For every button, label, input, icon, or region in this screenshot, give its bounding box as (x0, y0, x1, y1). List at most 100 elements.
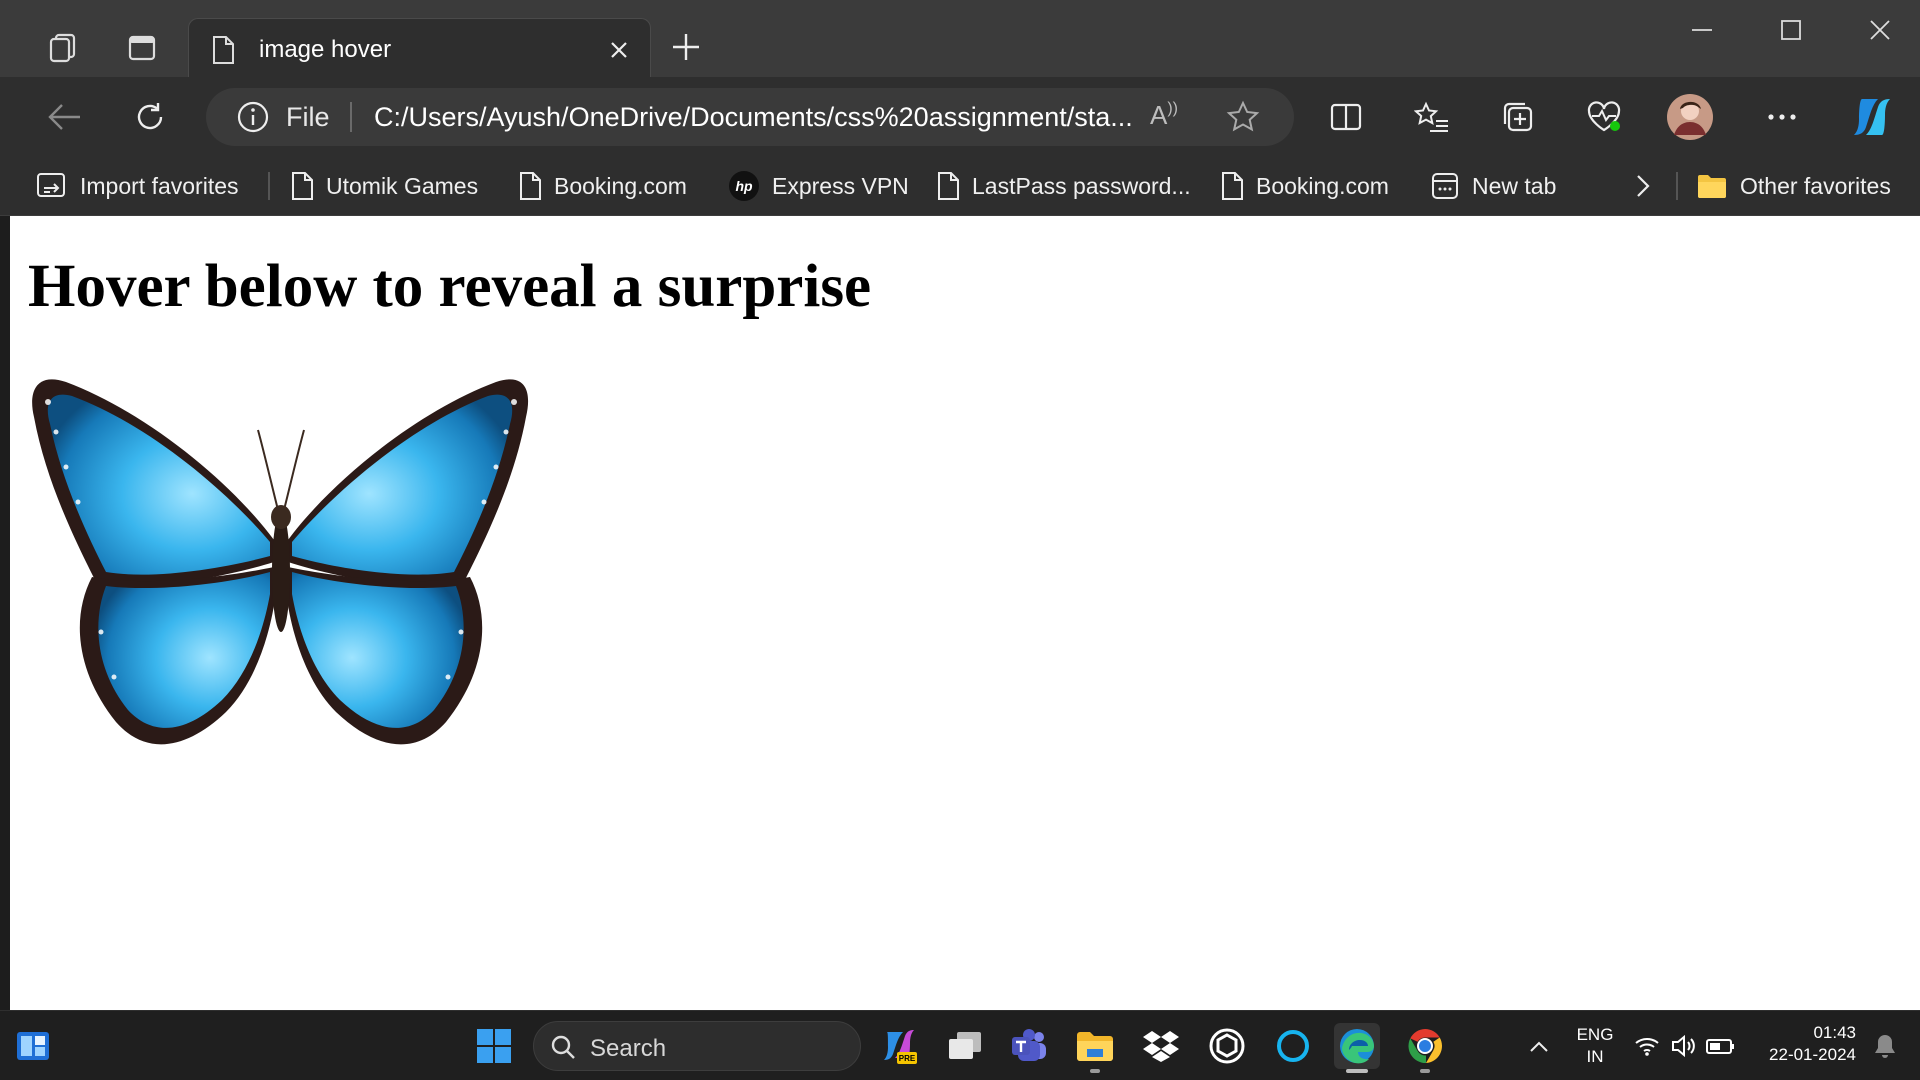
task-view-button[interactable] (942, 1023, 988, 1069)
import-icon (37, 173, 65, 197)
vertical-tabs-icon (128, 35, 156, 61)
file-explorer-button[interactable] (1072, 1023, 1118, 1073)
notifications-button[interactable] (1862, 1023, 1908, 1069)
collections-button[interactable] (1492, 91, 1544, 143)
page-icon (1222, 172, 1243, 200)
close-window-button[interactable] (1850, 8, 1910, 52)
copilot-icon (1854, 99, 1890, 135)
read-aloud-icon[interactable]: A)) (1150, 100, 1178, 131)
close-icon (611, 42, 627, 58)
language-code: ENG (1576, 1025, 1614, 1044)
input-language-indicator[interactable]: ENG IN (1570, 1024, 1620, 1068)
taskbar: Search PRE ENG IN 01:43 22-01-2024 (0, 1010, 1920, 1080)
cortana-button[interactable] (1270, 1023, 1316, 1069)
split-screen-button[interactable] (1320, 91, 1372, 143)
copilot-button[interactable] (1846, 91, 1898, 143)
favorites-bar: Import favorites Utomik Games Booking.co… (0, 156, 1920, 216)
minimize-button[interactable] (1672, 8, 1732, 52)
browser-toolbar: File C:/Users/Ayush/OneDrive/Documents/c… (0, 77, 1920, 156)
protocol-label: File (286, 102, 330, 132)
chevron-up-icon (1530, 1041, 1548, 1052)
clock-date: 22-01-2024 (1769, 1045, 1856, 1064)
taskbar-search[interactable]: Search (533, 1021, 861, 1071)
refresh-icon (137, 103, 163, 130)
show-hidden-icons-button[interactable] (1516, 1023, 1562, 1069)
wifi-icon (1635, 1038, 1659, 1056)
refresh-button[interactable] (124, 91, 176, 143)
active-indicator (1346, 1069, 1368, 1073)
svg-text:hp: hp (735, 178, 753, 194)
tab-actions-button[interactable] (114, 20, 170, 76)
minimize-icon (1692, 29, 1712, 31)
openai-icon (1209, 1028, 1245, 1064)
bell-icon (1875, 1035, 1895, 1058)
widgets-button[interactable] (10, 1023, 56, 1069)
favorite-booking-com-2[interactable]: Booking.com (1220, 166, 1389, 206)
chatgpt-button[interactable] (1204, 1023, 1250, 1069)
search-icon (551, 1035, 575, 1059)
edge-taskbar-button[interactable] (1334, 1023, 1380, 1073)
settings-more-button[interactable] (1756, 91, 1808, 143)
butterfly-image[interactable] (26, 372, 530, 756)
page-icon (292, 172, 313, 200)
clock-time: 01:43 (1813, 1023, 1856, 1042)
page-icon (213, 36, 234, 64)
windows-logo-icon (477, 1029, 511, 1063)
battery-icon (1706, 1039, 1734, 1054)
favorite-label: LastPass password... (972, 172, 1191, 199)
other-favorites-label: Other favorites (1740, 172, 1891, 199)
new-tab-button[interactable] (666, 27, 706, 67)
page-icon (520, 172, 541, 200)
favorite-star-icon[interactable] (1226, 100, 1260, 134)
start-button[interactable] (471, 1023, 517, 1069)
url-text[interactable]: C:/Users/Ayush/OneDrive/Documents/css%20… (374, 102, 1134, 133)
chrome-icon (1408, 1029, 1442, 1064)
favorite-utomik-games[interactable]: Utomik Games (290, 166, 478, 206)
new-tab-icon (1432, 173, 1458, 199)
teams-icon (1012, 1029, 1046, 1061)
favorite-express-vpn[interactable]: hp Express VPN (728, 166, 909, 206)
plus-icon (673, 34, 699, 60)
heart-pulse-icon (1587, 101, 1621, 132)
split-screen-icon (1330, 103, 1362, 131)
maximize-button[interactable] (1761, 8, 1821, 52)
favorite-import-favorites[interactable]: Import favorites (36, 166, 239, 206)
page-viewport: Hover below to reveal a surprise (10, 216, 1920, 1010)
task-view-icon (949, 1032, 981, 1059)
browser-essentials-button[interactable] (1578, 91, 1630, 143)
teams-button[interactable] (1006, 1023, 1052, 1069)
favorite-new-tab[interactable]: New tab (1430, 166, 1556, 206)
title-bar: image hover (0, 0, 1920, 80)
favorite-label: Utomik Games (326, 172, 479, 199)
profile-button[interactable] (1664, 91, 1716, 143)
close-window-icon (1870, 20, 1890, 40)
window-edge (0, 216, 10, 1010)
chrome-button[interactable] (1402, 1023, 1448, 1073)
more-favorites-button[interactable] (1634, 166, 1652, 206)
region-code: IN (1586, 1047, 1604, 1066)
avatar (1667, 94, 1713, 140)
chevron-right-icon (1637, 175, 1650, 197)
hp-logo-icon: hp (729, 171, 759, 201)
page-heading: Hover below to reveal a surprise (28, 253, 872, 320)
back-button[interactable] (38, 91, 90, 143)
info-icon[interactable] (236, 100, 270, 134)
quick-settings-button[interactable] (1630, 1023, 1746, 1069)
address-bar[interactable]: File C:/Users/Ayush/OneDrive/Documents/c… (206, 88, 1294, 146)
quick-settings-icons (1635, 1034, 1734, 1058)
running-indicator (1090, 1069, 1100, 1073)
favorites-button[interactable] (1406, 91, 1458, 143)
more-icon (1768, 114, 1796, 120)
workspaces-button[interactable] (34, 20, 90, 76)
dropbox-button[interactable] (1138, 1023, 1184, 1069)
running-indicator (1420, 1069, 1430, 1073)
copilot-preview-taskbar-button[interactable]: PRE (876, 1023, 922, 1069)
close-tab-button[interactable] (602, 33, 636, 67)
volume-icon (1672, 1034, 1695, 1058)
favorite-lastpass[interactable]: LastPass password... (936, 166, 1191, 206)
search-placeholder: Search (590, 1035, 667, 1062)
other-favorites-folder[interactable]: Other favorites (1696, 166, 1891, 206)
tab-image-hover[interactable]: image hover (188, 18, 651, 80)
clock[interactable]: 01:43 22-01-2024 (1756, 1022, 1856, 1066)
favorite-booking-com[interactable]: Booking.com (518, 166, 687, 206)
